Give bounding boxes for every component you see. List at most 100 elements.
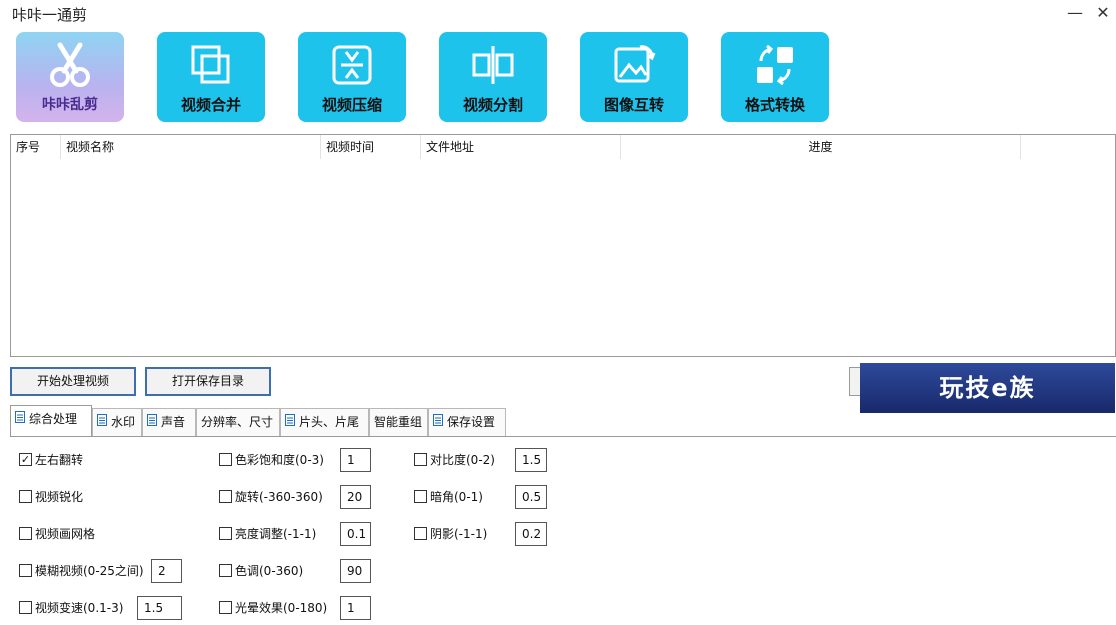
rotate-label: 旋转(-360-360) — [235, 490, 323, 504]
halo-input[interactable]: 1 — [340, 596, 371, 620]
tab-general-label: 综合处理 — [29, 412, 78, 426]
grid-checkbox[interactable] — [19, 527, 32, 540]
tab-save-settings-label: 保存设置 — [447, 415, 496, 429]
rotate-checkbox[interactable] — [219, 490, 232, 503]
tab-resolution[interactable]: 分辨率、尺寸 — [196, 408, 280, 436]
sharpen-checkbox[interactable] — [19, 490, 32, 503]
video-compress-label: 视频压缩 — [321, 96, 382, 114]
hue-checkbox[interactable] — [219, 564, 232, 577]
video-split-button[interactable]: 视频分割 — [439, 32, 547, 122]
format-convert-icon — [721, 42, 829, 88]
rotate-option[interactable]: 旋转(-360-360) — [219, 487, 323, 507]
vignette-checkbox[interactable] — [414, 490, 427, 503]
column-index[interactable]: 序号 — [11, 135, 61, 159]
sharpen-option[interactable]: 视频锐化 — [19, 487, 83, 507]
halo-label: 光晕效果(0-180) — [235, 601, 328, 615]
image-convert-button[interactable]: 图像互转 — [580, 32, 688, 122]
shadow-input[interactable]: 0.2 — [515, 522, 547, 546]
grid-option[interactable]: 视频画网格 — [19, 524, 95, 544]
video-split-label: 视频分割 — [462, 96, 523, 114]
hue-input[interactable]: 90 — [340, 559, 371, 583]
blur-label: 模糊视频(0-25之间) — [35, 564, 144, 578]
video-list-header: 序号 视频名称 视频时间 文件地址 进度 — [11, 135, 1115, 159]
app-logo-label: 咔咔乱剪 — [42, 97, 98, 113]
document-icon — [433, 409, 443, 436]
document-icon — [97, 409, 107, 436]
vignette-option[interactable]: 暗角(0-1) — [414, 487, 483, 507]
tab-audio[interactable]: 声音 — [142, 408, 196, 436]
sharpen-label: 视频锐化 — [35, 490, 84, 504]
video-merge-button[interactable]: 视频合并 — [157, 32, 265, 122]
halo-option[interactable]: 光晕效果(0-180) — [219, 598, 327, 618]
tab-smart-regroup-label: 智能重组 — [374, 415, 423, 429]
saturation-option[interactable]: 色彩饱和度(0-3) — [219, 450, 324, 470]
document-icon — [147, 409, 157, 436]
vignette-label: 暗角(0-1) — [430, 490, 483, 504]
vignette-input[interactable]: 0.5 — [515, 485, 547, 509]
brightness-label: 亮度调整(-1-1) — [235, 527, 317, 541]
scissors-icon — [16, 42, 124, 88]
compress-icon — [298, 42, 406, 88]
split-icon — [439, 42, 547, 88]
saturation-input[interactable]: 1 — [340, 448, 371, 472]
brightness-option[interactable]: 亮度调整(-1-1) — [219, 524, 316, 544]
tab-general[interactable]: 综合处理 — [10, 405, 92, 436]
image-convert-label: 图像互转 — [603, 96, 664, 114]
open-save-dir-button[interactable]: 打开保存目录 — [145, 367, 271, 396]
app-logo-button[interactable]: 咔咔乱剪 — [16, 32, 124, 122]
flip-label: 左右翻转 — [35, 453, 84, 467]
tab-audio-label: 声音 — [161, 415, 186, 429]
contrast-option[interactable]: 对比度(0-2) — [414, 450, 495, 470]
merge-icon — [157, 42, 265, 88]
rotate-input[interactable]: 20 — [340, 485, 371, 509]
tab-watermark-label: 水印 — [111, 415, 136, 429]
shadow-checkbox[interactable] — [414, 527, 427, 540]
contrast-label: 对比度(0-2) — [430, 453, 495, 467]
tab-smart-regroup[interactable]: 智能重组 — [369, 408, 428, 436]
speed-label: 视频变速(0.1-3) — [35, 601, 124, 615]
flip-option[interactable]: ✓ 左右翻转 — [19, 450, 83, 470]
hue-option[interactable]: 色调(0-360) — [219, 561, 303, 581]
blur-option[interactable]: 模糊视频(0-25之间) — [19, 561, 144, 581]
brightness-input[interactable]: 0.1 — [340, 522, 371, 546]
tab-resolution-label: 分辨率、尺寸 — [201, 415, 274, 429]
speed-input[interactable]: 1.5 — [137, 596, 182, 620]
window-title: 咔咔一通剪 — [12, 6, 88, 24]
contrast-input[interactable]: 1.5 — [515, 448, 547, 472]
minimize-button[interactable]: — — [1060, 2, 1090, 24]
format-convert-button[interactable]: 格式转换 — [721, 32, 829, 122]
shadow-label: 阴影(-1-1) — [430, 527, 488, 541]
column-path[interactable]: 文件地址 — [421, 135, 621, 159]
video-merge-label: 视频合并 — [180, 96, 241, 114]
shadow-option[interactable]: 阴影(-1-1) — [414, 524, 487, 544]
column-progress[interactable]: 进度 — [621, 135, 1021, 159]
title-bar: 咔咔一通剪 — ✕ — [0, 0, 1116, 28]
saturation-checkbox[interactable] — [219, 453, 232, 466]
tab-intro-outro[interactable]: 片头、片尾 — [280, 408, 369, 436]
brightness-checkbox[interactable] — [219, 527, 232, 540]
column-duration[interactable]: 视频时间 — [321, 135, 421, 159]
tab-intro-outro-label: 片头、片尾 — [299, 415, 360, 429]
format-convert-label: 格式转换 — [744, 96, 805, 114]
blur-input[interactable]: 2 — [151, 559, 182, 583]
close-button[interactable]: ✕ — [1088, 2, 1116, 24]
document-icon — [285, 409, 295, 436]
column-name[interactable]: 视频名称 — [61, 135, 321, 159]
halo-checkbox[interactable] — [219, 601, 232, 614]
video-list[interactable]: 序号 视频名称 视频时间 文件地址 进度 — [10, 134, 1116, 357]
saturation-label: 色彩饱和度(0-3) — [235, 453, 324, 467]
document-icon — [15, 406, 25, 433]
contrast-checkbox[interactable] — [414, 453, 427, 466]
video-compress-button[interactable]: 视频压缩 — [298, 32, 406, 122]
settings-tabs: 综合处理 水印 声音 分辨率、尺寸 片头、片尾 智能重组 保存设置 — [10, 405, 1116, 436]
grid-label: 视频画网格 — [35, 527, 96, 541]
hue-label: 色调(0-360) — [235, 564, 304, 578]
tab-watermark[interactable]: 水印 — [92, 408, 142, 436]
speed-checkbox[interactable] — [19, 601, 32, 614]
image-swap-icon — [580, 42, 688, 88]
flip-checkbox[interactable]: ✓ — [19, 453, 32, 466]
tab-save-settings[interactable]: 保存设置 — [428, 408, 506, 436]
speed-option[interactable]: 视频变速(0.1-3) — [19, 598, 123, 618]
start-processing-button[interactable]: 开始处理视频 — [10, 367, 136, 396]
blur-checkbox[interactable] — [19, 564, 32, 577]
